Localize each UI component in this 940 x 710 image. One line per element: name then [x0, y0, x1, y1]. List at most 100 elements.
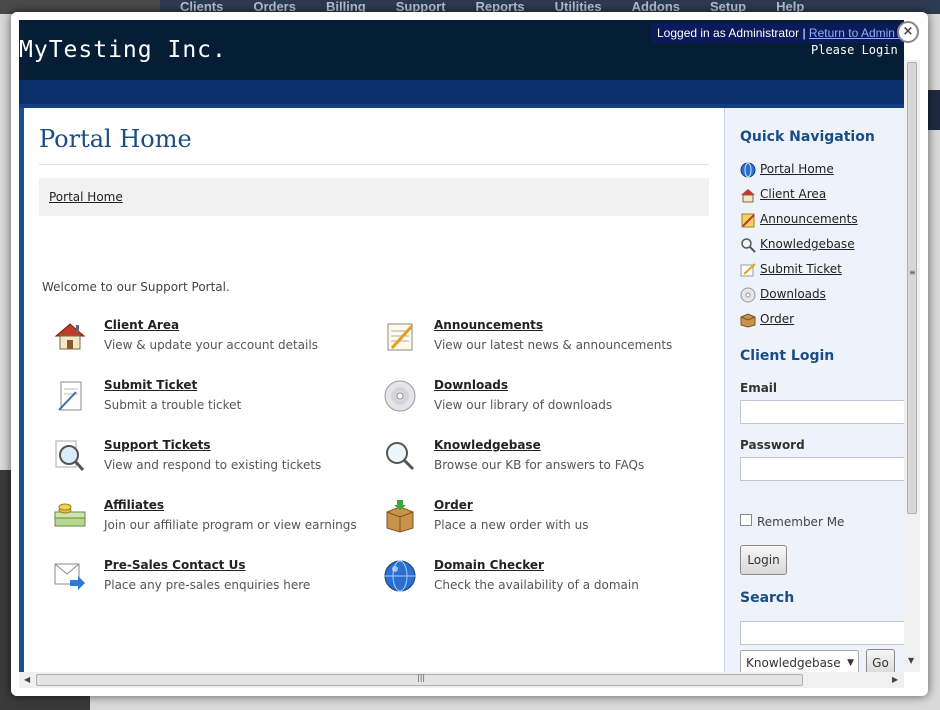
quicknav-label[interactable]: Client Area [760, 187, 826, 201]
quicknav-label[interactable]: Announcements [760, 212, 858, 226]
globe-icon [384, 560, 416, 592]
tile-desc: Browse our KB for answers to FAQs [434, 458, 645, 472]
notepad-icon [387, 323, 414, 351]
tile-title[interactable]: Submit Ticket [104, 378, 197, 392]
chevron-down-icon: ▼ [847, 658, 854, 668]
brand-title: MyTesting Inc. [19, 37, 227, 63]
tile-title[interactable]: Knowledgebase [434, 438, 541, 452]
tile-submit-ticket: Submit Ticket Submit a trouble ticket [52, 378, 382, 428]
quicknav-client-area[interactable]: Client Area [740, 186, 900, 204]
money-icon [54, 503, 86, 527]
portal-frame: MyTesting Inc. Logged in as Administrato… [19, 20, 904, 672]
breadcrumb-portal-home[interactable]: Portal Home [49, 190, 123, 204]
quicknav-label[interactable]: Submit Ticket [760, 262, 842, 276]
portal-header: MyTesting Inc. Logged in as Administrato… [19, 20, 904, 80]
tile-title[interactable]: Pre-Sales Contact Us [104, 558, 246, 572]
pen-paper-icon [58, 381, 82, 411]
password-field[interactable] [740, 457, 904, 481]
quicknav-announcements[interactable]: Announcements [740, 211, 900, 229]
tile-desc: View our library of downloads [434, 398, 613, 412]
tile-desc: View our latest news & announcements [434, 338, 673, 352]
portal-nav-band [19, 80, 904, 104]
quicknav-label[interactable]: Knowledgebase [760, 237, 855, 251]
tile-title[interactable]: Downloads [434, 378, 508, 392]
welcome-text: Welcome to our Support Portal. [42, 280, 230, 294]
please-login-link[interactable]: Please Login [811, 43, 898, 57]
email-label: Email [740, 381, 778, 395]
quicknav-submit-ticket[interactable]: Submit Ticket [740, 261, 900, 279]
magnifier-icon [386, 442, 415, 471]
admin-bar: Logged in as Administrator | Return to A… [651, 23, 904, 43]
tile-client-area: Client Area View & update your account d… [52, 318, 382, 368]
sidebar: Quick Navigation Portal Home Client Area… [724, 108, 904, 672]
page-title: Portal Home [39, 125, 192, 153]
search-heading: Search [740, 590, 795, 606]
search-type-select[interactable]: Knowledgebase ▼ [740, 650, 859, 672]
scroll-down-arrow-icon[interactable]: ▼ [908, 656, 914, 665]
scroll-left-arrow-icon[interactable]: ◀ [24, 675, 30, 684]
breadcrumb: Portal Home [39, 178, 709, 216]
tile-title[interactable]: Domain Checker [434, 558, 544, 572]
quicknav-order[interactable]: Order [740, 311, 900, 329]
client-login-heading: Client Login [740, 348, 835, 364]
remember-me-label: Remember Me [757, 515, 845, 529]
search-type-value: Knowledgebase [746, 656, 841, 670]
tile-title[interactable]: Client Area [104, 318, 179, 332]
globe-icon [740, 162, 756, 178]
grip-icon: ≡ [909, 268, 916, 277]
login-button[interactable]: Login [740, 545, 787, 575]
tile-desc: Submit a trouble ticket [104, 398, 242, 412]
quicknav-label[interactable]: Portal Home [760, 162, 834, 176]
password-label: Password [740, 438, 805, 452]
pen-paper-icon [740, 263, 756, 277]
title-divider [39, 164, 709, 165]
tile-order: Order Place a new order with us [382, 498, 712, 548]
tile-desc: Place any pre-sales enquiries here [104, 578, 311, 592]
search-input[interactable] [740, 621, 904, 645]
tile-title[interactable]: Support Tickets [104, 438, 211, 452]
tile-desc: Check the availability of a domain [434, 578, 639, 592]
scroll-right-arrow-icon[interactable]: ▶ [892, 675, 898, 684]
tile-downloads: Downloads View our library of downloads [382, 378, 712, 428]
quick-navigation-heading: Quick Navigation [740, 129, 875, 145]
tile-desc: View and respond to existing tickets [104, 458, 322, 472]
tile-affiliates: Affiliates Join our affiliate program or… [52, 498, 382, 548]
mail-arrow-icon [54, 563, 85, 590]
main-content: Portal Home Portal Home Welcome to our S… [24, 108, 724, 672]
cd-icon [740, 287, 756, 303]
quicknav-portal-home[interactable]: Portal Home [740, 161, 900, 179]
quicknav-downloads[interactable]: Downloads [740, 286, 900, 304]
logged-in-text: Logged in as Administrator [657, 26, 800, 40]
close-icon[interactable]: × [897, 21, 919, 43]
vertical-scroll-thumb[interactable]: ≡ [907, 62, 917, 514]
quicknav-label[interactable]: Downloads [760, 287, 826, 301]
email-field[interactable] [740, 400, 904, 424]
tile-title[interactable]: Order [434, 498, 473, 512]
tile-desc: Place a new order with us [434, 518, 589, 532]
tile-pre-sales-contact: Pre-Sales Contact Us Place any pre-sales… [52, 558, 382, 608]
quicknav-label[interactable]: Order [760, 312, 794, 326]
box-icon [740, 313, 756, 328]
cd-icon [384, 380, 416, 412]
magnifier-document-icon [55, 440, 85, 471]
tile-knowledgebase: Knowledgebase Browse our KB for answers … [382, 438, 712, 488]
return-to-admin-link[interactable]: Return to Admin Area [809, 26, 904, 40]
tile-desc: View & update your account details [104, 338, 318, 352]
box-icon [386, 500, 414, 533]
remember-me-checkbox[interactable] [740, 514, 752, 526]
house-icon [54, 323, 86, 350]
horizontal-scroll-thumb[interactable]: ||| [36, 673, 803, 686]
go-button[interactable]: Go [866, 649, 895, 672]
house-icon [741, 189, 755, 203]
admin-bar-separator: | [802, 26, 806, 40]
tile-desc: Join our affiliate program or view earni… [104, 518, 357, 532]
quicknav-knowledgebase[interactable]: Knowledgebase [740, 236, 900, 254]
tile-title[interactable]: Announcements [434, 318, 543, 332]
magnifier-icon [741, 238, 756, 253]
grip-icon: ||| [417, 673, 426, 682]
horizontal-scrollbar[interactable]: ◀ ||| ▶ [19, 672, 904, 688]
vertical-scrollbar[interactable]: ≡ ▼ [904, 60, 920, 672]
notepad-icon [741, 213, 755, 228]
tile-title[interactable]: Affiliates [104, 498, 164, 512]
tile-announcements: Announcements View our latest news & ann… [382, 318, 712, 368]
